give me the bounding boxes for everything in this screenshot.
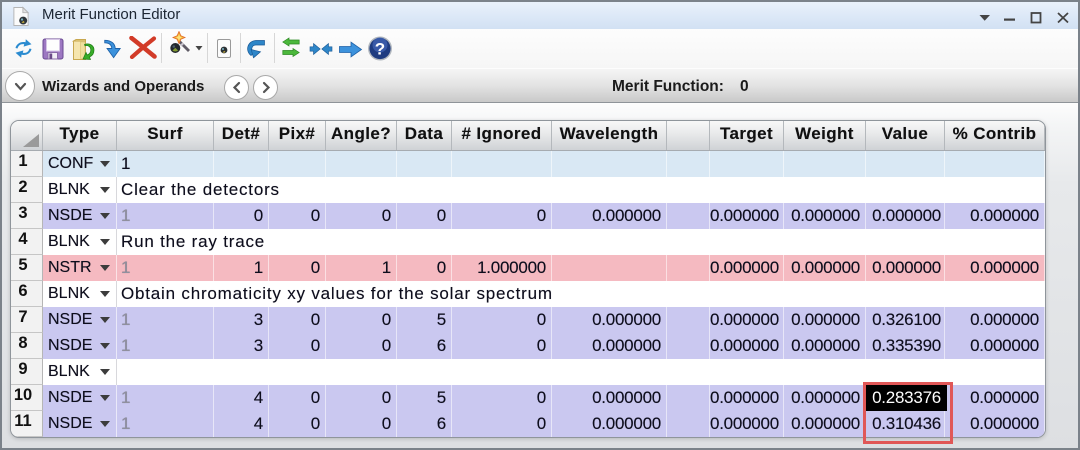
svg-text:?: ?	[375, 40, 385, 59]
